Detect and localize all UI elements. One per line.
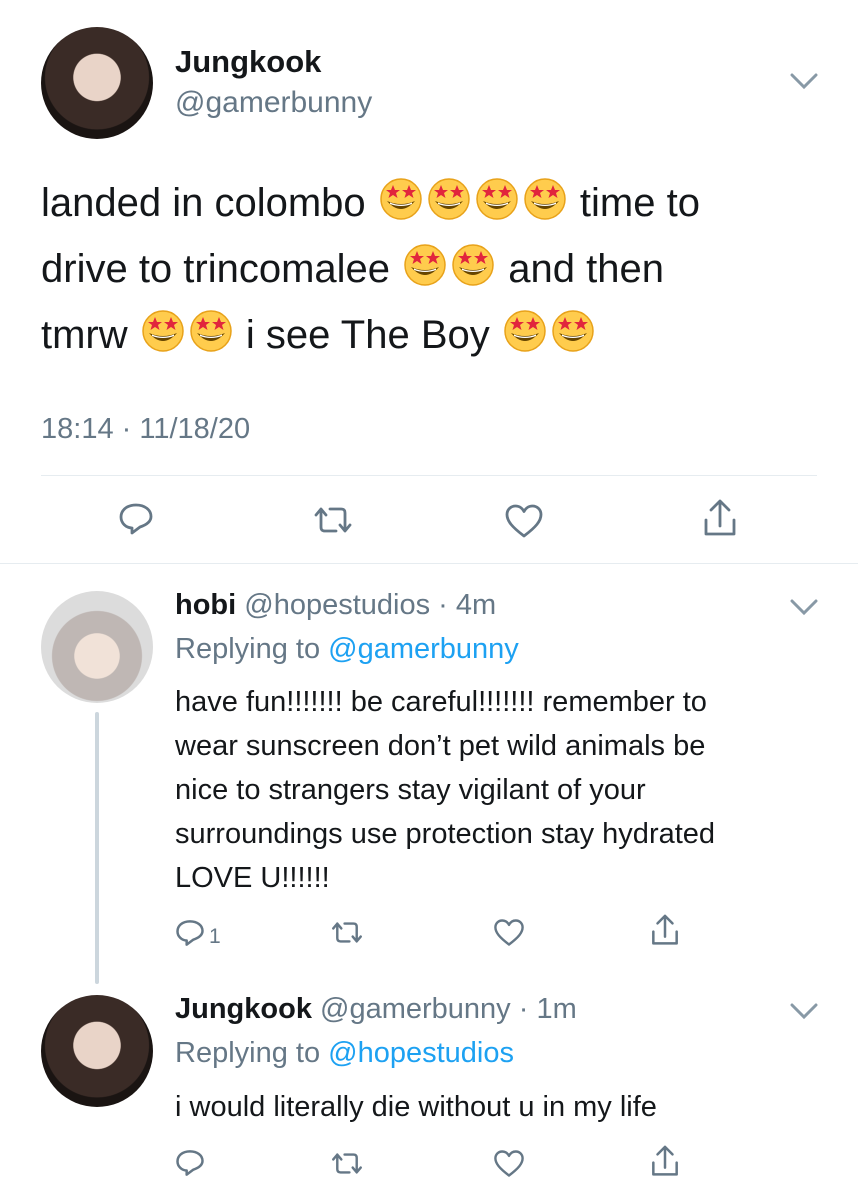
author-name[interactable]: hobi (175, 589, 236, 621)
retweet-icon (332, 1153, 362, 1174)
tweet-text: landed in colombo time to drive to trinc… (41, 170, 821, 368)
author-name[interactable]: Jungkook (175, 993, 312, 1025)
avatar-hobi[interactable] (41, 591, 153, 703)
reply-icon (176, 1150, 204, 1176)
tweet-timestamp[interactable]: 18:14 · 11/18/20 (41, 413, 250, 446)
chevron-down-icon[interactable] (790, 1002, 818, 1025)
like-button[interactable] (493, 918, 525, 947)
reply-text: have fun!!!!!!! be careful!!!!!!! rememb… (175, 686, 716, 894)
emoji-group (401, 244, 497, 291)
share-button[interactable] (702, 498, 738, 538)
share-icon (652, 1145, 678, 1176)
reply-button[interactable] (118, 502, 154, 536)
emoji-group (139, 310, 235, 357)
divider (41, 475, 817, 476)
star-struck-emoji-icon (190, 310, 232, 352)
share-button[interactable] (650, 913, 680, 947)
reply-text: i would literally die without u in my li… (175, 1091, 657, 1123)
emoji-group (501, 310, 597, 357)
chevron-down-icon[interactable] (790, 72, 818, 95)
tweet-line: drive to trincomalee and then (41, 236, 821, 302)
reply-icon (176, 920, 204, 946)
star-struck-emoji-icon (404, 244, 446, 286)
tweet-line: landed in colombo time to (41, 170, 821, 236)
retweet-button[interactable] (330, 920, 364, 945)
divider (0, 563, 858, 564)
reply-header: Jungkook @gamerbunny · 1m (175, 993, 577, 1025)
author-handle[interactable]: @hopestudios (244, 589, 430, 621)
replying-to: Replying to @gamerbunny (175, 633, 519, 665)
heart-icon (494, 1150, 524, 1177)
star-struck-emoji-icon (476, 178, 518, 220)
reply-header: hobi @hopestudios · 4m (175, 589, 497, 621)
share-icon (704, 499, 736, 536)
author-handle[interactable]: @gamerbunny (320, 993, 511, 1025)
star-struck-emoji-icon (452, 244, 494, 286)
heart-icon (494, 919, 524, 946)
replying-to-link[interactable]: @hopestudios (328, 1037, 514, 1069)
like-button[interactable] (493, 1149, 525, 1178)
retweet-button[interactable] (312, 505, 354, 535)
reply-button[interactable] (175, 1148, 205, 1178)
heart-icon (505, 504, 543, 538)
reply-time[interactable]: 4m (456, 589, 496, 621)
reply-button[interactable]: 1 (175, 917, 221, 949)
reply-time[interactable]: 1m (536, 993, 576, 1025)
chevron-down-icon[interactable] (790, 598, 818, 621)
replying-to: Replying to @hopestudios (175, 1037, 514, 1069)
author-name[interactable]: Jungkook (175, 44, 321, 80)
retweet-button[interactable] (330, 1151, 364, 1176)
author-handle[interactable]: @gamerbunny (175, 86, 372, 120)
emoji-group (377, 178, 569, 225)
reply-count: 1 (209, 925, 221, 948)
thread-line (95, 712, 99, 984)
star-struck-emoji-icon (504, 310, 546, 352)
share-icon (652, 914, 678, 945)
retweet-icon (332, 922, 362, 943)
star-struck-emoji-icon (142, 310, 184, 352)
retweet-icon (314, 507, 352, 533)
star-struck-emoji-icon (524, 178, 566, 220)
share-button[interactable] (650, 1144, 680, 1178)
reply-icon (119, 503, 153, 535)
avatar-jungkook[interactable] (41, 995, 153, 1107)
star-struck-emoji-icon (380, 178, 422, 220)
like-button[interactable] (504, 503, 544, 539)
tweet-line: tmrw i see The Boy (41, 302, 821, 368)
star-struck-emoji-icon (428, 178, 470, 220)
avatar-jungkook[interactable] (41, 27, 153, 139)
replying-to-link[interactable]: @gamerbunny (328, 633, 519, 665)
star-struck-emoji-icon (552, 310, 594, 352)
